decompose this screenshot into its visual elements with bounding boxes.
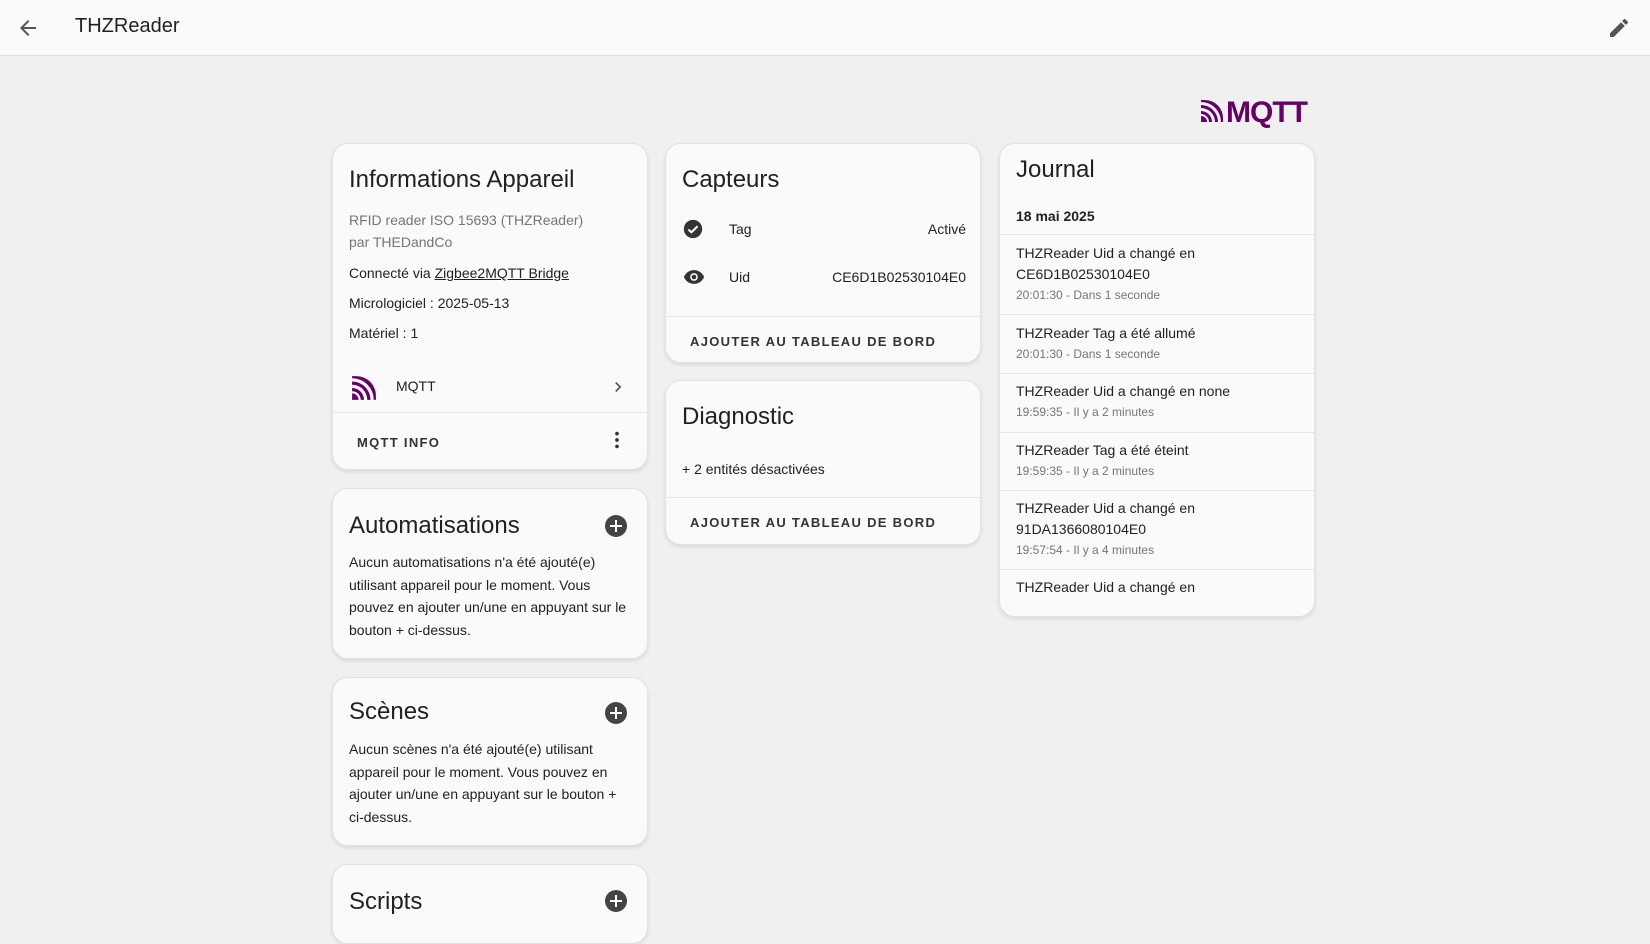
sensor-value: CE6D1B02530104E0 xyxy=(832,269,966,285)
connected-via-label: Connecté via xyxy=(349,265,435,281)
card-title: Automatisations xyxy=(349,512,520,539)
journal-entry-title: THZReader Tag a été éteint xyxy=(1016,442,1189,458)
card-title: Diagnostic xyxy=(682,403,795,430)
sensor-row-uid[interactable]: Uid CE6D1B02530104E0 xyxy=(666,258,980,298)
check-circle-icon xyxy=(682,218,704,245)
journal-entry-title: THZReader Tag a été allumé xyxy=(1016,325,1196,341)
scripts-card: Scripts xyxy=(332,864,648,944)
chevron-right-icon xyxy=(608,377,628,402)
journal-entry-time: 19:59:35 - Il y a 2 minutes xyxy=(1016,405,1155,419)
back-arrow-icon[interactable] xyxy=(16,16,40,40)
sensor-value: Activé xyxy=(927,221,966,237)
hardware-version: Matériel : 1 xyxy=(349,325,419,341)
journal-entry-time: 19:59:35 - Il y a 2 minutes xyxy=(1016,464,1155,478)
scenes-card: Scènes Aucun scènes n'a été ajouté(e) ut… xyxy=(332,677,648,846)
journal-entry-title: THZReader Uid a changé en 91DA1366080104… xyxy=(1016,500,1195,537)
journal-entry[interactable]: THZReader Uid a changé en CE6D1B02530104… xyxy=(1016,243,1236,302)
bridge-link[interactable]: Zigbee2MQTT Bridge xyxy=(435,265,569,281)
sensor-label: Uid xyxy=(729,269,751,285)
add-to-dashboard-button[interactable]: AJOUTER AU TABLEAU DE BORD xyxy=(690,334,936,349)
mqtt-icon xyxy=(351,375,377,406)
add-to-dashboard-button[interactable]: AJOUTER AU TABLEAU DE BORD xyxy=(690,515,936,530)
device-model: RFID reader ISO 15693 (THZReader) xyxy=(349,212,584,228)
integration-label: MQTT xyxy=(396,378,436,394)
divider xyxy=(666,316,980,317)
pencil-icon[interactable] xyxy=(1607,16,1631,40)
journal-entry-time: 19:57:54 - Il y a 4 minutes xyxy=(1016,543,1155,557)
journal-entry-title: THZReader Uid a changé en xyxy=(1016,579,1195,595)
mqtt-icon xyxy=(1200,99,1224,128)
add-automation-button[interactable] xyxy=(605,515,627,537)
card-title: Informations Appareil xyxy=(349,166,575,193)
page-title: THZReader xyxy=(75,15,180,37)
mqtt-info-button[interactable]: MQTT INFO xyxy=(357,435,440,450)
add-script-button[interactable] xyxy=(605,890,627,912)
journal-entry[interactable]: THZReader Uid a changé en xyxy=(1016,577,1300,598)
card-title: Scènes xyxy=(349,698,430,725)
automations-card: Automatisations Aucun automatisations n'… xyxy=(332,488,648,659)
sensor-row-tag[interactable]: Tag Activé xyxy=(666,210,980,250)
automations-empty-text: Aucun automatisations n'a été ajouté(e) … xyxy=(349,554,627,638)
device-info-card: Informations Appareil RFID reader ISO 15… xyxy=(332,143,648,470)
divider xyxy=(1000,373,1314,374)
divider xyxy=(333,412,647,413)
journal-entry-title: THZReader Uid a changé en none xyxy=(1016,383,1231,399)
scenes-empty-text: Aucun scènes n'a été ajouté(e) utilisant… xyxy=(349,741,617,825)
journal-entry[interactable]: THZReader Tag a été allumé 20:01:30 - Da… xyxy=(1016,323,1300,361)
journal-card: Journal 18 mai 2025 THZReader Uid a chan… xyxy=(999,143,1315,617)
divider xyxy=(1000,314,1314,315)
card-title: Journal xyxy=(1016,156,1095,183)
divider xyxy=(1000,432,1314,433)
top-app-bar: THZReader xyxy=(0,0,1650,56)
eye-icon xyxy=(682,266,706,293)
journal-entry[interactable]: THZReader Uid a changé en 91DA1366080104… xyxy=(1016,498,1236,557)
card-title: Capteurs xyxy=(682,166,780,193)
sensors-card: Capteurs Tag Activé Uid CE6D1B02530104E0… xyxy=(665,143,981,363)
journal-entry-time: 20:01:30 - Dans 1 seconde xyxy=(1016,288,1161,302)
divider xyxy=(1000,234,1314,235)
mqtt-logo-text: MQTT xyxy=(1226,96,1308,129)
sensor-label: Tag xyxy=(729,221,752,237)
divider xyxy=(666,497,980,498)
journal-date: 18 mai 2025 xyxy=(1016,208,1095,224)
divider xyxy=(1000,569,1314,570)
dots-vertical-icon[interactable] xyxy=(606,429,628,456)
mqtt-brand-logo: MQTT xyxy=(1200,96,1308,130)
add-scene-button[interactable] xyxy=(605,702,627,724)
firmware-version: Micrologiciel : 2025-05-13 xyxy=(349,295,510,311)
divider xyxy=(1000,490,1314,491)
journal-entry[interactable]: THZReader Tag a été éteint 19:59:35 - Il… xyxy=(1016,440,1300,478)
disabled-entities-link[interactable]: + 2 entités désactivées xyxy=(682,461,825,477)
journal-entry-title: THZReader Uid a changé en CE6D1B02530104… xyxy=(1016,245,1195,282)
diagnostic-card: Diagnostic + 2 entités désactivées AJOUT… xyxy=(665,380,981,545)
device-manufacturer: par THEDandCo xyxy=(349,234,453,250)
integration-row-mqtt[interactable]: MQTT xyxy=(333,362,647,412)
connected-via: Connecté via Zigbee2MQTT Bridge xyxy=(349,265,569,281)
journal-entry[interactable]: THZReader Uid a changé en none 19:59:35 … xyxy=(1016,381,1300,419)
journal-entry-time: 20:01:30 - Dans 1 seconde xyxy=(1016,347,1161,361)
